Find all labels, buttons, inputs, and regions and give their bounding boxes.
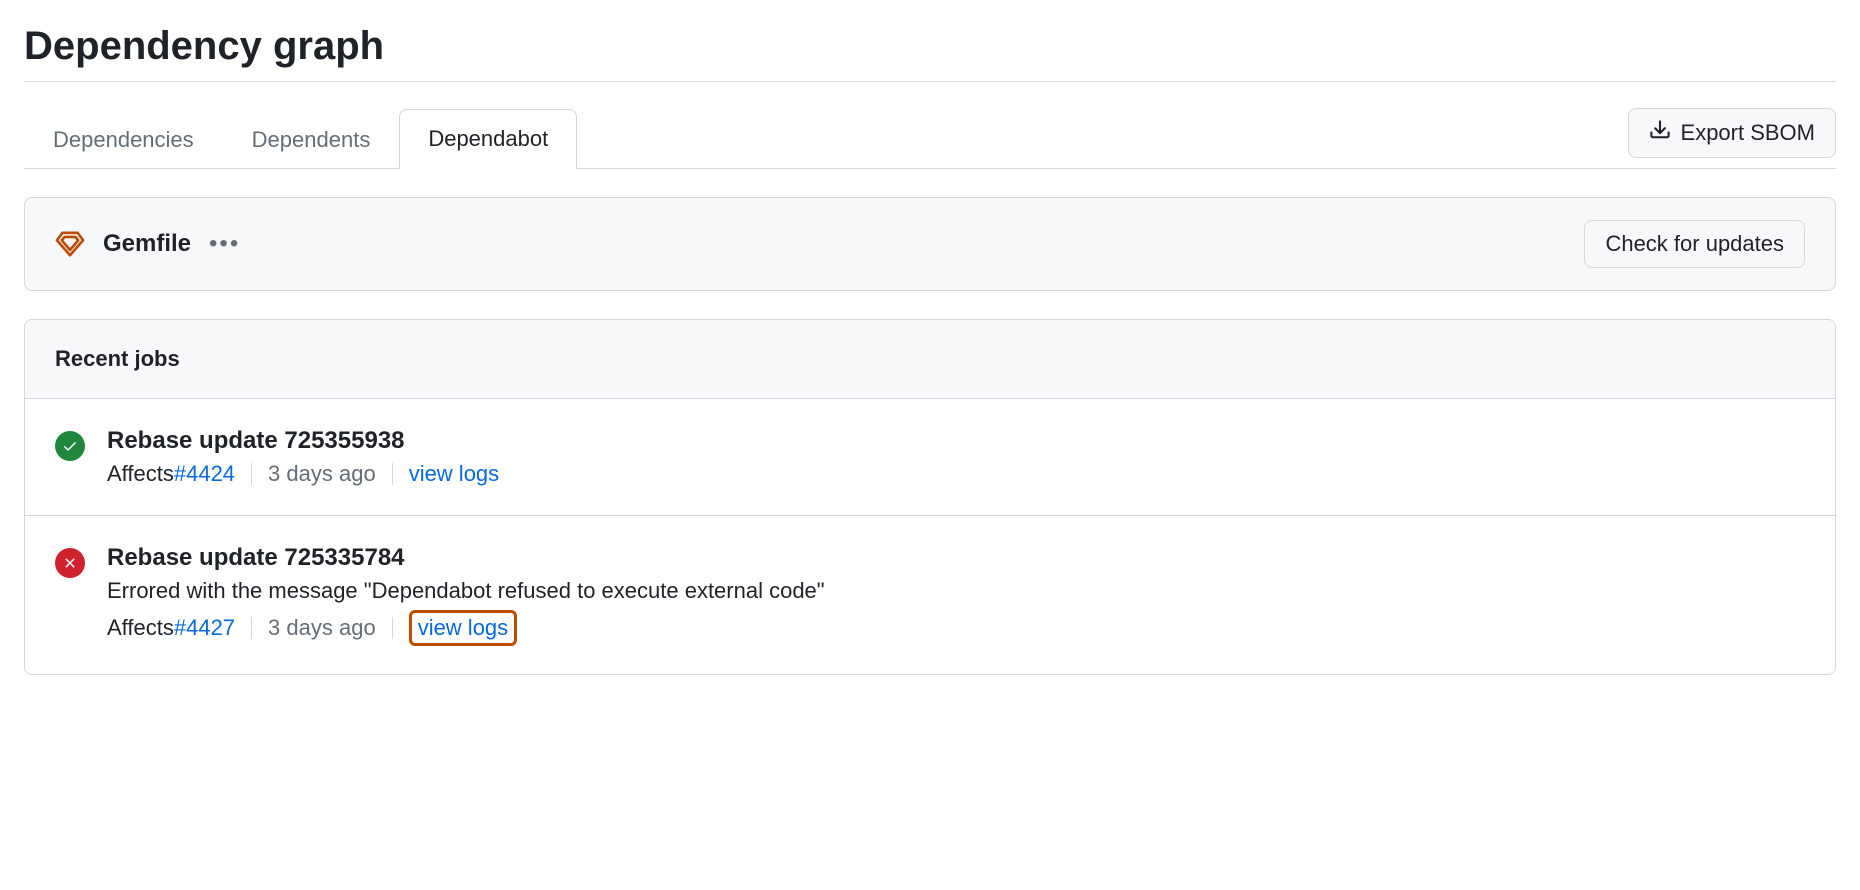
x-circle-icon [55, 548, 85, 578]
job-time: 3 days ago [268, 461, 376, 487]
separator [392, 617, 393, 639]
job-body: Rebase update 725335784 Errored with the … [107, 544, 1805, 646]
job-time: 3 days ago [268, 615, 376, 641]
affects-label: Affects [107, 461, 174, 487]
manifest-box: Gemfile ••• Check for updates [24, 197, 1836, 291]
separator [251, 617, 252, 639]
manifest-name: Gemfile [103, 230, 191, 258]
separator [251, 463, 252, 485]
recent-jobs-box: Recent jobs Rebase update 725355938 Affec… [24, 319, 1836, 675]
export-sbom-label: Export SBOM [1681, 120, 1815, 146]
export-sbom-button[interactable]: Export SBOM [1628, 108, 1836, 158]
job-row: Rebase update 725335784 Errored with the … [25, 516, 1835, 674]
check-updates-label: Check for updates [1605, 231, 1784, 257]
kebab-icon[interactable]: ••• [209, 230, 240, 258]
view-logs-link[interactable]: view logs [409, 610, 517, 646]
job-row: Rebase update 725355938 Affects #4424 3 da… [25, 399, 1835, 516]
page-title: Dependency graph [24, 24, 1836, 69]
check-circle-icon [55, 431, 85, 461]
affects-label: Affects [107, 615, 174, 641]
job-error-message: Errored with the message "Dependabot ref… [107, 578, 1805, 604]
recent-jobs-header: Recent jobs [25, 320, 1835, 399]
tab-dependabot[interactable]: Dependabot [399, 109, 577, 169]
job-title: Rebase update 725335784 [107, 544, 1805, 572]
download-icon [1649, 119, 1671, 147]
affects-issue-link[interactable]: #4427 [174, 615, 235, 641]
separator [392, 463, 393, 485]
affects-issue-link[interactable]: #4424 [174, 461, 235, 487]
tab-dependents[interactable]: Dependents [223, 110, 400, 169]
job-meta: Affects #4424 3 days ago view logs [107, 461, 1805, 487]
tab-dependencies[interactable]: Dependencies [24, 110, 223, 169]
job-meta: Affects #4427 3 days ago view logs [107, 610, 1805, 646]
job-body: Rebase update 725355938 Affects #4424 3 da… [107, 427, 1805, 487]
job-title: Rebase update 725355938 [107, 427, 1805, 455]
check-updates-button[interactable]: Check for updates [1584, 220, 1805, 268]
ruby-gem-icon [55, 229, 85, 259]
tab-nav: Dependencies Dependents Dependabot Expor… [24, 108, 1836, 169]
view-logs-link[interactable]: view logs [409, 461, 499, 487]
